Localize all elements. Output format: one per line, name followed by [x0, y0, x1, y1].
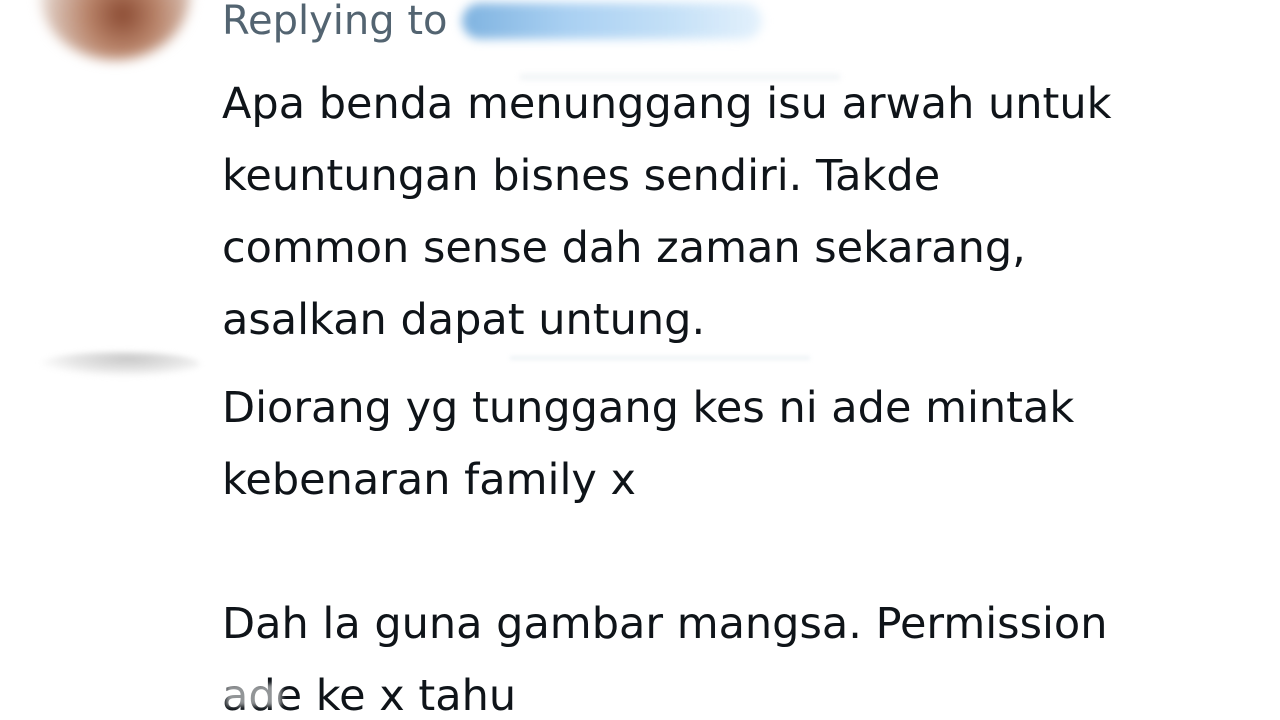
tweet-line: Dah la guna gambar mangsa. Permission [222, 599, 1108, 649]
thread-divider [510, 356, 810, 360]
tweet-reply-screenshot: Replying to Apa benda menunggang isu arw… [0, 0, 1280, 720]
tweet-line: ade ke x tahu [222, 671, 517, 720]
watermark-smudge [226, 684, 282, 706]
tweet-line: common sense dah zaman sekarang, [222, 223, 1026, 273]
tweet-line: Apa benda menunggang isu arwah untuk [222, 79, 1112, 129]
avatar-shadow [40, 352, 200, 376]
replying-to-label: Replying to [222, 0, 448, 44]
tweet-line: asalkan dapat untung. [222, 295, 706, 345]
tweet-line: kebenaran family x [222, 455, 636, 505]
tweet-text-2: Diorang yg tunggang kes ni ade mintak ke… [222, 372, 1262, 516]
tweet-text-3: Dah la guna gambar mangsa. Permission ad… [222, 588, 1262, 720]
tweet-line: Diorang yg tunggang kes ni ade mintak [222, 383, 1075, 433]
tweet-line: keuntungan bisnes sendiri. Takde [222, 151, 941, 201]
tweet-text-1: Apa benda menunggang isu arwah untuk keu… [222, 68, 1262, 356]
user-avatar[interactable] [40, 0, 190, 60]
blurred-handle-link[interactable] [461, 3, 762, 39]
replying-to-header: Replying to [222, 0, 762, 48]
